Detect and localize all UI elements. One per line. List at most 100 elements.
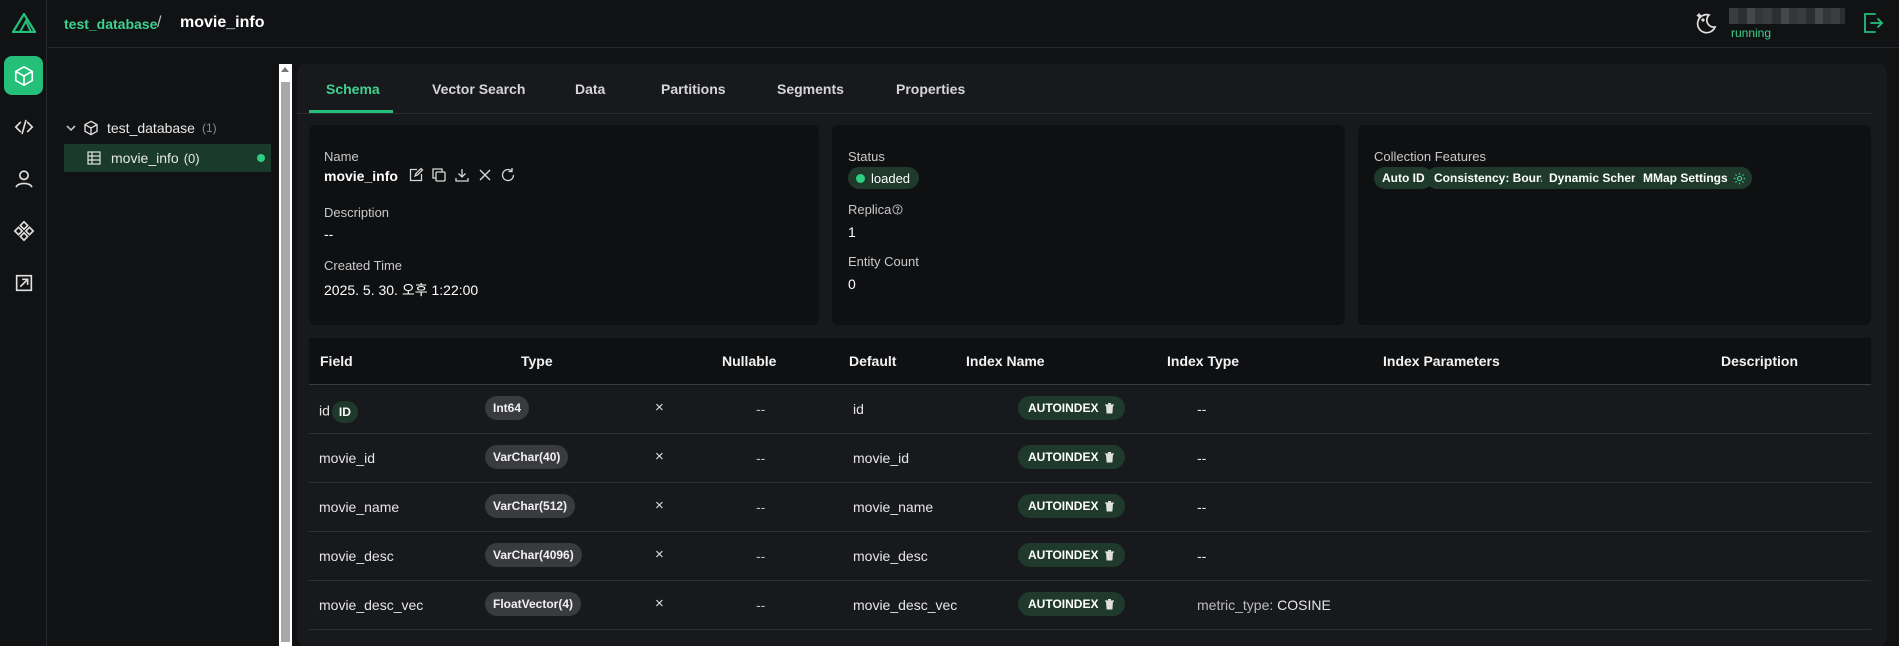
breadcrumb-database[interactable]: test_database — [64, 16, 157, 32]
table-row: movie_desc VarChar(4096) × -- movie_desc AUTO… — [309, 532, 1871, 581]
type-chip: VarChar(512) — [485, 494, 576, 518]
trash-icon[interactable] — [1104, 549, 1115, 561]
table-header: Field Type Nullable Default Index Name I… — [309, 338, 1871, 385]
table-row: id ID Int64 × -- id AUTOINDEX -- — [309, 385, 1871, 434]
code-icon — [14, 119, 33, 134]
tree-database-node[interactable]: test_database (1) — [64, 114, 217, 142]
default-value: -- — [756, 548, 766, 564]
external-link-icon — [15, 274, 32, 291]
tree-collection-count: (0) — [183, 150, 200, 166]
copy-icon[interactable] — [431, 167, 447, 183]
nullable-mark: × — [655, 546, 664, 563]
tab-vector-search[interactable]: Vector Search — [432, 81, 525, 97]
col-nullable[interactable]: Nullable — [722, 353, 776, 369]
col-description[interactable]: Description — [1721, 353, 1798, 369]
index-params: -- — [1197, 450, 1206, 466]
tab-data[interactable]: Data — [575, 81, 605, 97]
index-type-label: AUTOINDEX — [1028, 597, 1099, 611]
features-card: Collection Features Auto ID Consistency:… — [1358, 125, 1871, 325]
theme-moon-icon[interactable] — [1693, 10, 1719, 36]
download-icon[interactable] — [454, 167, 470, 183]
col-field[interactable]: Field — [320, 353, 353, 369]
nav-users-button[interactable] — [4, 159, 43, 198]
trash-icon[interactable] — [1104, 451, 1115, 463]
nav-system-button[interactable] — [4, 211, 43, 250]
status-card: Status loaded Replica 1 Entity Count 0 — [832, 125, 1345, 325]
nullable-mark: × — [655, 399, 664, 416]
settings-gear-icon[interactable] — [1733, 172, 1746, 185]
scroll-up-arrow[interactable] — [281, 67, 289, 72]
breadcrumb-separator: / — [157, 14, 162, 31]
index-params: metric_type: COSINE — [1197, 597, 1331, 613]
help-icon[interactable] — [892, 204, 903, 215]
index-type-chip: AUTOINDEX — [1018, 543, 1126, 567]
schema-table: Field Type Nullable Default Index Name I… — [309, 338, 1871, 646]
index-name: movie_id — [853, 450, 910, 466]
field-name: movie_desc — [319, 548, 394, 564]
index-params: -- — [1197, 548, 1206, 564]
table-row: movie_name VarChar(512) × -- movie_name AUTOI… — [309, 483, 1871, 532]
index-params: -- — [1197, 401, 1206, 417]
server-status: running — [1731, 26, 1772, 40]
tab-schema[interactable]: Schema — [326, 81, 380, 97]
name-label: Name — [324, 149, 359, 164]
milvus-logo-icon[interactable] — [12, 13, 36, 33]
features-label: Collection Features — [1374, 149, 1486, 164]
index-type-label: AUTOINDEX — [1028, 450, 1099, 464]
tab-bar: Schema Vector Search Data Partitions Seg… — [297, 64, 1871, 114]
feature-auto-id: Auto ID — [1374, 167, 1433, 189]
type-chip: VarChar(4096) — [485, 543, 582, 567]
left-rail — [0, 0, 47, 646]
index-params: -- — [1197, 499, 1206, 515]
user-address-blurred — [1729, 8, 1845, 24]
index-param-key: metric_type: — [1197, 597, 1274, 613]
collection-tree: test_database (1) movie_info (0) — [48, 48, 278, 646]
active-tab-indicator — [309, 110, 393, 113]
index-param-value: COSINE — [1277, 597, 1331, 613]
trash-icon[interactable] — [1104, 500, 1115, 512]
table-row: movie_id VarChar(40) × -- movie_id AUTOINDEX … — [309, 434, 1871, 483]
drop-icon[interactable] — [477, 167, 493, 183]
nav-playground-button[interactable] — [4, 107, 43, 146]
col-index-name[interactable]: Index Name — [966, 353, 1045, 369]
index-type-chip: AUTOINDEX — [1018, 592, 1126, 616]
default-value: -- — [756, 499, 766, 515]
tab-segments[interactable]: Segments — [777, 81, 844, 97]
edit-icon[interactable] — [408, 167, 424, 183]
type-chip: VarChar(40) — [485, 445, 569, 469]
collection-cube-icon — [14, 65, 33, 86]
feature-mmap-settings[interactable]: MMap Settings — [1635, 167, 1752, 189]
default-value: -- — [756, 597, 766, 613]
col-index-type[interactable]: Index Type — [1167, 353, 1239, 369]
status-badge: loaded — [848, 167, 920, 189]
top-bar: test_database / movie_info running — [48, 0, 1899, 48]
default-value: -- — [756, 401, 766, 417]
breadcrumb-collection: movie_info — [180, 14, 265, 31]
index-type-chip: AUTOINDEX — [1018, 396, 1126, 420]
type-chip: Int64 — [485, 396, 530, 420]
type-chip: FloatVector(4) — [485, 592, 582, 616]
trash-icon[interactable] — [1104, 598, 1115, 610]
trash-icon[interactable] — [1104, 402, 1115, 414]
chevron-down-icon[interactable] — [64, 121, 78, 135]
scrollbar[interactable] — [279, 64, 292, 646]
tab-partitions[interactable]: Partitions — [661, 81, 726, 97]
refresh-icon[interactable] — [500, 167, 516, 183]
nav-external-button[interactable] — [4, 263, 43, 302]
status-label: Status — [848, 149, 885, 164]
tab-properties[interactable]: Properties — [896, 81, 965, 97]
tree-collection-node[interactable]: movie_info (0) — [64, 144, 271, 172]
default-value: -- — [756, 450, 766, 466]
index-type-label: AUTOINDEX — [1028, 548, 1099, 562]
col-default[interactable]: Default — [849, 353, 896, 369]
scroll-thumb[interactable] — [281, 82, 290, 642]
logout-icon[interactable] — [1861, 11, 1885, 35]
loaded-status-dot — [257, 154, 265, 162]
index-param-value: -- — [1197, 499, 1207, 515]
col-index-parameters[interactable]: Index Parameters — [1383, 353, 1500, 369]
nav-collections-button[interactable] — [4, 56, 43, 95]
col-type[interactable]: Type — [521, 353, 553, 369]
collection-info-card: Name movie_info Description -- Created T… — [309, 125, 819, 325]
primary-key-badge: ID — [331, 401, 358, 423]
field-cell: movie_name — [319, 499, 399, 515]
